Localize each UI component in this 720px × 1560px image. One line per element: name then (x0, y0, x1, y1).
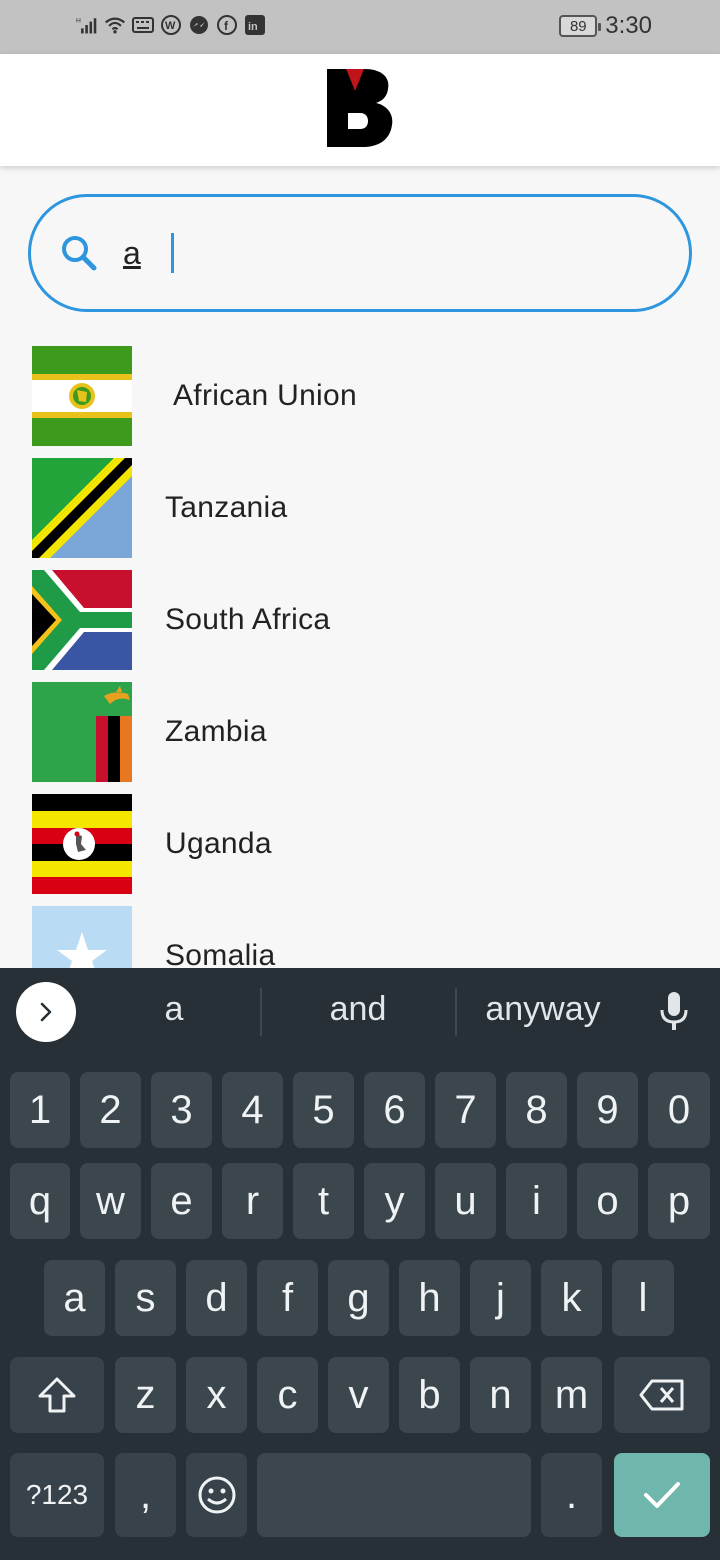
key-c[interactable]: c (257, 1357, 318, 1433)
african-union-flag (32, 346, 132, 446)
uganda-flag (32, 794, 132, 894)
expand-suggestions-button[interactable] (16, 982, 76, 1042)
list-item[interactable]: African Union (32, 346, 692, 446)
key-y[interactable]: y (364, 1163, 425, 1239)
key-w[interactable]: w (80, 1163, 141, 1239)
enter-key[interactable] (614, 1453, 710, 1537)
zambia-flag (32, 682, 132, 782)
key-b[interactable]: b (399, 1357, 460, 1433)
country-name: Zambia (165, 715, 267, 748)
soft-keyboard: a and anyway 1 2 3 4 5 6 7 8 9 0 q w e r… (0, 968, 720, 1560)
key-i[interactable]: i (506, 1163, 567, 1239)
status-icons: H W f in (76, 14, 266, 36)
key-o[interactable]: o (577, 1163, 638, 1239)
key-9[interactable]: 9 (577, 1072, 638, 1148)
emoji-icon (198, 1476, 235, 1514)
symbols-key[interactable]: ?123 (10, 1453, 104, 1537)
key-q[interactable]: q (10, 1163, 70, 1239)
key-d[interactable]: d (186, 1260, 247, 1336)
status-bar: H W f in 89 3:30 (0, 0, 720, 54)
suggestion-divider (455, 988, 457, 1036)
list-item[interactable]: Somalia (32, 906, 692, 968)
w-app-icon: W (160, 14, 182, 36)
key-m[interactable]: m (541, 1357, 602, 1433)
app-bar (0, 54, 720, 166)
key-h[interactable]: h (399, 1260, 460, 1336)
svg-text:in: in (248, 21, 258, 33)
key-a[interactable]: a (44, 1260, 105, 1336)
svg-text:W: W (165, 20, 176, 32)
key-x[interactable]: x (186, 1357, 247, 1433)
south-africa-flag (32, 570, 132, 670)
svg-text:f: f (224, 19, 229, 33)
search-field[interactable] (28, 194, 692, 312)
suggestion-1[interactable]: a (90, 990, 258, 1029)
key-2[interactable]: 2 (80, 1072, 141, 1148)
text-cursor (171, 233, 174, 273)
signal-icon: H (76, 14, 98, 36)
backspace-icon (639, 1379, 684, 1411)
wifi-icon (104, 14, 126, 36)
suggestion-bar: a and anyway (0, 968, 720, 1060)
somalia-flag (32, 906, 132, 968)
list-item[interactable]: Tanzania (32, 458, 692, 558)
mic-icon[interactable] (658, 990, 690, 1037)
key-7[interactable]: 7 (435, 1072, 496, 1148)
battery-indicator: 89 (559, 15, 602, 37)
key-8[interactable]: 8 (506, 1072, 567, 1148)
key-e[interactable]: e (151, 1163, 212, 1239)
country-name: African Union (173, 379, 357, 412)
country-list[interactable]: African Union Tanzania South Africa Zamb… (0, 346, 720, 968)
shift-icon (38, 1377, 76, 1413)
search-icon (59, 233, 99, 278)
key-1[interactable]: 1 (10, 1072, 70, 1148)
key-6[interactable]: 6 (364, 1072, 425, 1148)
space-key[interactable] (257, 1453, 531, 1537)
key-t[interactable]: t (293, 1163, 354, 1239)
emoji-key[interactable] (186, 1453, 247, 1537)
app-logo (326, 67, 394, 154)
country-name: Tanzania (165, 491, 288, 524)
svg-text:H: H (76, 17, 81, 24)
period-key[interactable]: . (541, 1453, 602, 1537)
status-time: 3:30 (605, 12, 652, 39)
list-item[interactable]: Uganda (32, 794, 692, 894)
key-3[interactable]: 3 (151, 1072, 212, 1148)
suggestion-divider (260, 988, 262, 1036)
chevron-right-icon (40, 1002, 52, 1022)
key-5[interactable]: 5 (293, 1072, 354, 1148)
list-item[interactable]: South Africa (32, 570, 692, 670)
key-j[interactable]: j (470, 1260, 531, 1336)
key-p[interactable]: p (648, 1163, 710, 1239)
linkedin-icon: in (244, 14, 266, 36)
search-input[interactable] (123, 229, 643, 277)
comma-key[interactable]: , (115, 1453, 176, 1537)
key-u[interactable]: u (435, 1163, 496, 1239)
suggestion-2[interactable]: and (264, 990, 452, 1029)
key-z[interactable]: z (115, 1357, 176, 1433)
key-v[interactable]: v (328, 1357, 389, 1433)
key-g[interactable]: g (328, 1260, 389, 1336)
suggestion-3[interactable]: anyway (460, 990, 626, 1029)
keyboard-icon (132, 14, 154, 36)
check-icon (644, 1482, 680, 1508)
status-right: 89 3:30 (559, 12, 652, 40)
facebook-icon: f (216, 14, 238, 36)
key-f[interactable]: f (257, 1260, 318, 1336)
country-name: Somalia (165, 939, 276, 968)
key-r[interactable]: r (222, 1163, 283, 1239)
key-4[interactable]: 4 (222, 1072, 283, 1148)
messenger-icon (188, 14, 210, 36)
key-n[interactable]: n (470, 1357, 531, 1433)
country-name: South Africa (165, 603, 331, 636)
key-0[interactable]: 0 (648, 1072, 710, 1148)
country-name: Uganda (165, 827, 272, 860)
key-s[interactable]: s (115, 1260, 176, 1336)
list-item[interactable]: Zambia (32, 682, 692, 782)
key-l[interactable]: l (612, 1260, 674, 1336)
tanzania-flag (32, 458, 132, 558)
shift-key[interactable] (10, 1357, 104, 1433)
backspace-key[interactable] (614, 1357, 710, 1433)
key-k[interactable]: k (541, 1260, 602, 1336)
